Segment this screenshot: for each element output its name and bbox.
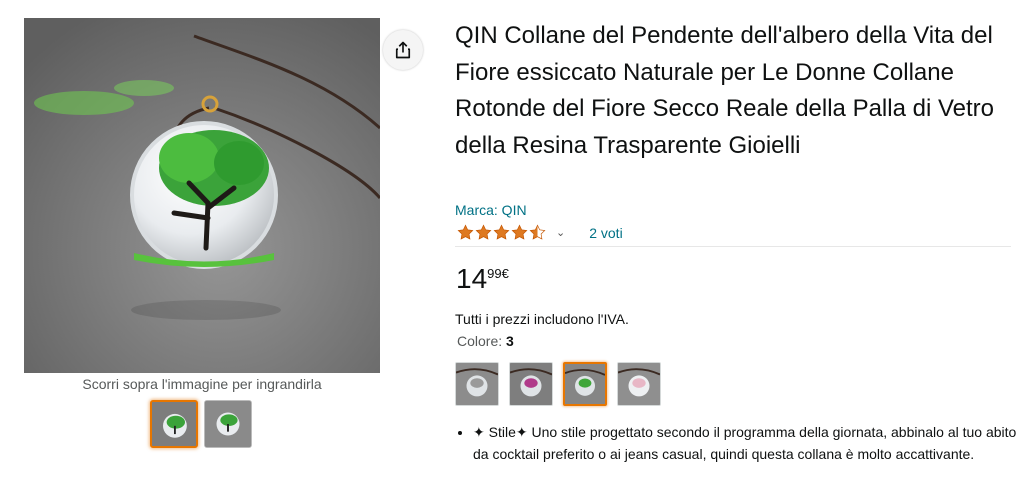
- share-button[interactable]: [383, 30, 423, 70]
- vat-note: Tutti i prezzi includono l'IVA.: [455, 311, 629, 327]
- divider: [455, 246, 1011, 247]
- pendant-swatch-image: [618, 363, 660, 405]
- pendant-swatch-image: [565, 364, 605, 404]
- zoom-hint: Scorri sopra l'immagine per ingrandirla: [82, 376, 322, 392]
- product-main-image[interactable]: [24, 18, 380, 373]
- star-rating[interactable]: [457, 224, 546, 241]
- product-title: QIN Collane del Pendente dell'albero del…: [455, 22, 994, 159]
- thumbnail-2[interactable]: [204, 400, 252, 448]
- color-swatches: [455, 362, 661, 406]
- thumbnail-1[interactable]: [150, 400, 198, 448]
- color-value: 3: [506, 333, 514, 349]
- star-icon: [493, 224, 510, 240]
- color-swatch-1[interactable]: [455, 362, 499, 406]
- star-icon: [475, 224, 492, 240]
- color-swatch-4[interactable]: [617, 362, 661, 406]
- color-swatch-3[interactable]: [563, 362, 607, 406]
- half-star-icon: [529, 224, 546, 240]
- price-whole: 14: [456, 263, 488, 294]
- price-currency: €: [501, 266, 509, 281]
- feature-bullets: ✦ Stile✦ Uno stile progettato secondo il…: [473, 421, 1018, 465]
- thumbnail-strip: [150, 400, 252, 448]
- tree-pendant-thumbnail: [205, 401, 251, 447]
- pendant-swatch-image: [456, 363, 498, 405]
- share-icon: [395, 41, 411, 59]
- color-label: Colore:: [457, 333, 503, 349]
- pendant-swatch-image: [510, 363, 552, 405]
- color-swatch-2[interactable]: [509, 362, 553, 406]
- tree-pendant-thumbnail: [152, 402, 196, 446]
- price-fraction: 99: [487, 266, 502, 281]
- pendant-image: [24, 18, 380, 373]
- brand-link[interactable]: Marca: QIN: [455, 202, 527, 218]
- ratings-count-link[interactable]: 2 voti: [589, 225, 622, 241]
- star-icon: [511, 224, 528, 240]
- color-selection: Colore: 3: [457, 333, 514, 349]
- rating-row: ⌄ 2 voti: [457, 224, 623, 241]
- chevron-down-icon[interactable]: ⌄: [556, 226, 565, 239]
- price: 14 99 €: [456, 264, 509, 294]
- star-icon: [457, 224, 474, 240]
- feature-bullet: ✦ Stile✦ Uno stile progettato secondo il…: [473, 421, 1018, 465]
